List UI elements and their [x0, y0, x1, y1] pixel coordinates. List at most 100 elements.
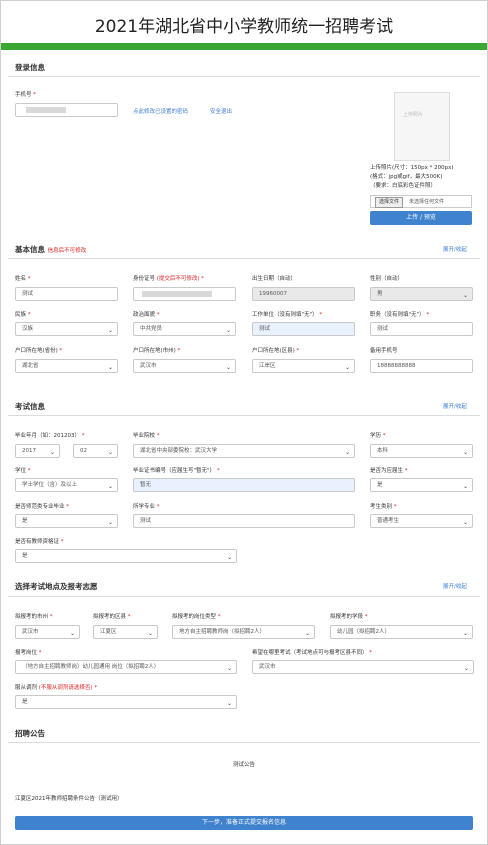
exam-city-label: 拟报考的市州 * [15, 614, 53, 620]
chevron-down-icon: ⌄ [226, 554, 232, 561]
notice-section-title: 招聘公告 [15, 729, 45, 738]
major-label: 所学专业 * [133, 504, 160, 510]
upload-preview-button[interactable]: 上传 / 预览 [370, 211, 472, 225]
choose-file-button[interactable]: 选择文件 [375, 197, 404, 208]
chevron-down-icon: ⌄ [462, 449, 468, 456]
photo-note-format: (格式：jpg或gif，最大500K) [370, 174, 443, 180]
exam-district-label: 拟报考的区县 * [93, 614, 131, 620]
work-input[interactable]: 测试 [252, 322, 355, 336]
divider [8, 258, 480, 259]
position-input[interactable]: 测试 [370, 322, 473, 336]
post-type-label: 拟报考的岗位类型 * [172, 614, 221, 620]
chevron-down-icon: ⌄ [226, 665, 232, 672]
obey-label: 服从调剂 (不服从调剂请选择否) * [15, 685, 98, 691]
cert-no-label: 毕业证书编号（应届生写"暂无"） * [133, 468, 220, 474]
district-select[interactable]: 江岸区 ⌄ [252, 359, 355, 373]
chevron-down-icon: ⌄ [107, 449, 113, 456]
city-select[interactable]: 武汉市 ⌄ [133, 359, 236, 373]
cert-no-input[interactable]: 暂无 [133, 478, 355, 492]
province-label: 户口所在地(省份) * [15, 348, 63, 354]
normal-select[interactable]: 是 ⌄ [15, 514, 118, 528]
exam-section-title: 考试信息 [15, 402, 45, 411]
phone-input[interactable] [15, 103, 118, 117]
obey-select[interactable]: 是 ⌄ [15, 695, 237, 709]
idcard-label: 身份证号 (提交后不可修改) * [133, 276, 205, 282]
chevron-down-icon: ⌄ [462, 519, 468, 526]
edu-select[interactable]: 本科 ⌄ [370, 444, 473, 458]
degree-select[interactable]: 学士学位（含）及以上 ⌄ [15, 478, 118, 492]
major-input[interactable]: 测试 [133, 514, 355, 528]
school-label: 毕业院校 * [133, 433, 160, 439]
notice-footer-link[interactable]: 江夏区2021年教师招聘条件公告（测试用） [15, 794, 123, 802]
stage-label: 拟报考的学段 * [330, 614, 368, 620]
chevron-down-icon: ⌄ [107, 327, 113, 334]
basic-toggle-link[interactable]: 展开/收起 [443, 245, 467, 253]
no-file-text: 未选择任何文件 [409, 199, 445, 205]
chevron-down-icon: ⌄ [225, 364, 231, 371]
grad-year-select[interactable]: 2017 ⌄ [15, 444, 60, 458]
page-title: 2021年湖北省中小学教师统一招聘考试 [94, 17, 394, 37]
masked-idcard [142, 291, 212, 297]
masked-phone [26, 107, 66, 113]
divider [8, 596, 480, 597]
chevron-down-icon: ⌄ [304, 630, 310, 637]
position-label: 职务（没有则填"无"） * [370, 312, 430, 318]
province-select[interactable]: 湖北省 ⌄ [15, 359, 118, 373]
exam-city-select[interactable]: 武汉市 ⌄ [15, 625, 80, 639]
teacher-cert-select[interactable]: 是 ⌄ [15, 549, 237, 563]
logout-link[interactable]: 安全退出 [210, 107, 232, 115]
type-select[interactable]: 普通考生 ⌄ [370, 514, 473, 528]
district-label: 户口所在地(区县) * [252, 348, 300, 354]
photo-note-size: 上传照片(尺寸：150px * 200px) [370, 165, 454, 171]
chevron-down-icon: ⌄ [107, 364, 113, 371]
normal-label: 是否师范类专业毕业 * [15, 504, 70, 510]
grad-month-select[interactable]: 02 ⌄ [73, 444, 118, 458]
backup-phone-input[interactable]: 18888888888 [370, 359, 473, 373]
fresh-select[interactable]: 是 ⌄ [370, 478, 473, 492]
fresh-label: 是否为应届生 * [370, 468, 408, 474]
name-label: 姓名 * [15, 276, 31, 282]
edu-label: 学历 * [370, 433, 386, 439]
photo-placeholder-text: 上传照片 [403, 112, 424, 118]
post-label: 报考岗位 * [15, 650, 42, 656]
chevron-down-icon: ⌄ [462, 483, 468, 490]
header-bar [1, 43, 487, 50]
choose-toggle-link[interactable]: 展开/收起 [443, 582, 467, 590]
idcard-input[interactable] [133, 287, 236, 301]
chevron-down-icon: ⌄ [344, 364, 350, 371]
gender-label: 性别（自动） [370, 276, 404, 282]
stage-select[interactable]: 幼儿园（拟招聘2人） ⌄ [330, 625, 473, 639]
exam-site-label: 希望在哪里考试（考试地点可与报考区县不同） * [252, 650, 373, 656]
exam-site-select[interactable]: 武汉市 ⌄ [252, 660, 474, 674]
name-input[interactable]: 测试 [15, 287, 118, 301]
exam-toggle-link[interactable]: 展开/收起 [443, 402, 467, 410]
exam-district-select[interactable]: 江夏区 ⌄ [93, 625, 158, 639]
chevron-down-icon: ⌄ [462, 292, 468, 299]
photo-note-requirement: （要求：白底彩色证件照） [370, 183, 437, 189]
chevron-down-icon: ⌄ [344, 449, 350, 456]
degree-label: 学位 * [15, 468, 31, 474]
chevron-down-icon: ⌄ [225, 327, 231, 334]
chevron-down-icon: ⌄ [69, 630, 75, 637]
chevron-down-icon: ⌄ [49, 449, 55, 456]
gender-select: 男 ⌄ [370, 287, 473, 301]
political-label: 政治面貌 * [133, 312, 160, 318]
file-input[interactable]: 选择文件 未选择任何文件 [370, 195, 472, 208]
basic-section-title: 基本信息 信息后不可修改 [15, 245, 87, 254]
ethnic-select[interactable]: 汉族 ⌄ [15, 322, 118, 336]
teacher-cert-label: 是否有教师资格证 * [15, 539, 64, 545]
post-select[interactable]: （地方自主招聘教师岗）幼儿园通用 岗位（拟招聘2人） ⌄ [15, 660, 237, 674]
notice-content: 测试公告 [232, 762, 255, 768]
next-step-button[interactable]: 下一步，准备正式提交报名信息 [15, 816, 473, 830]
divider [8, 742, 480, 743]
chevron-down-icon: ⌄ [463, 665, 469, 672]
school-select[interactable]: 湖北省中央部委院校：武汉大学 ⌄ [133, 444, 355, 458]
modify-password-link[interactable]: 点此修改已设置的密码 [133, 107, 188, 115]
divider [8, 415, 480, 416]
chevron-down-icon: ⌄ [147, 630, 153, 637]
city-label: 户口所在地(市州) * [133, 348, 181, 354]
political-select[interactable]: 中共党员 ⌄ [133, 322, 236, 336]
ethnic-label: 民族 * [15, 312, 31, 318]
post-type-select[interactable]: 地方自主招聘教师岗（拟招聘2人） ⌄ [172, 625, 315, 639]
login-section-title: 登录信息 [15, 63, 45, 72]
